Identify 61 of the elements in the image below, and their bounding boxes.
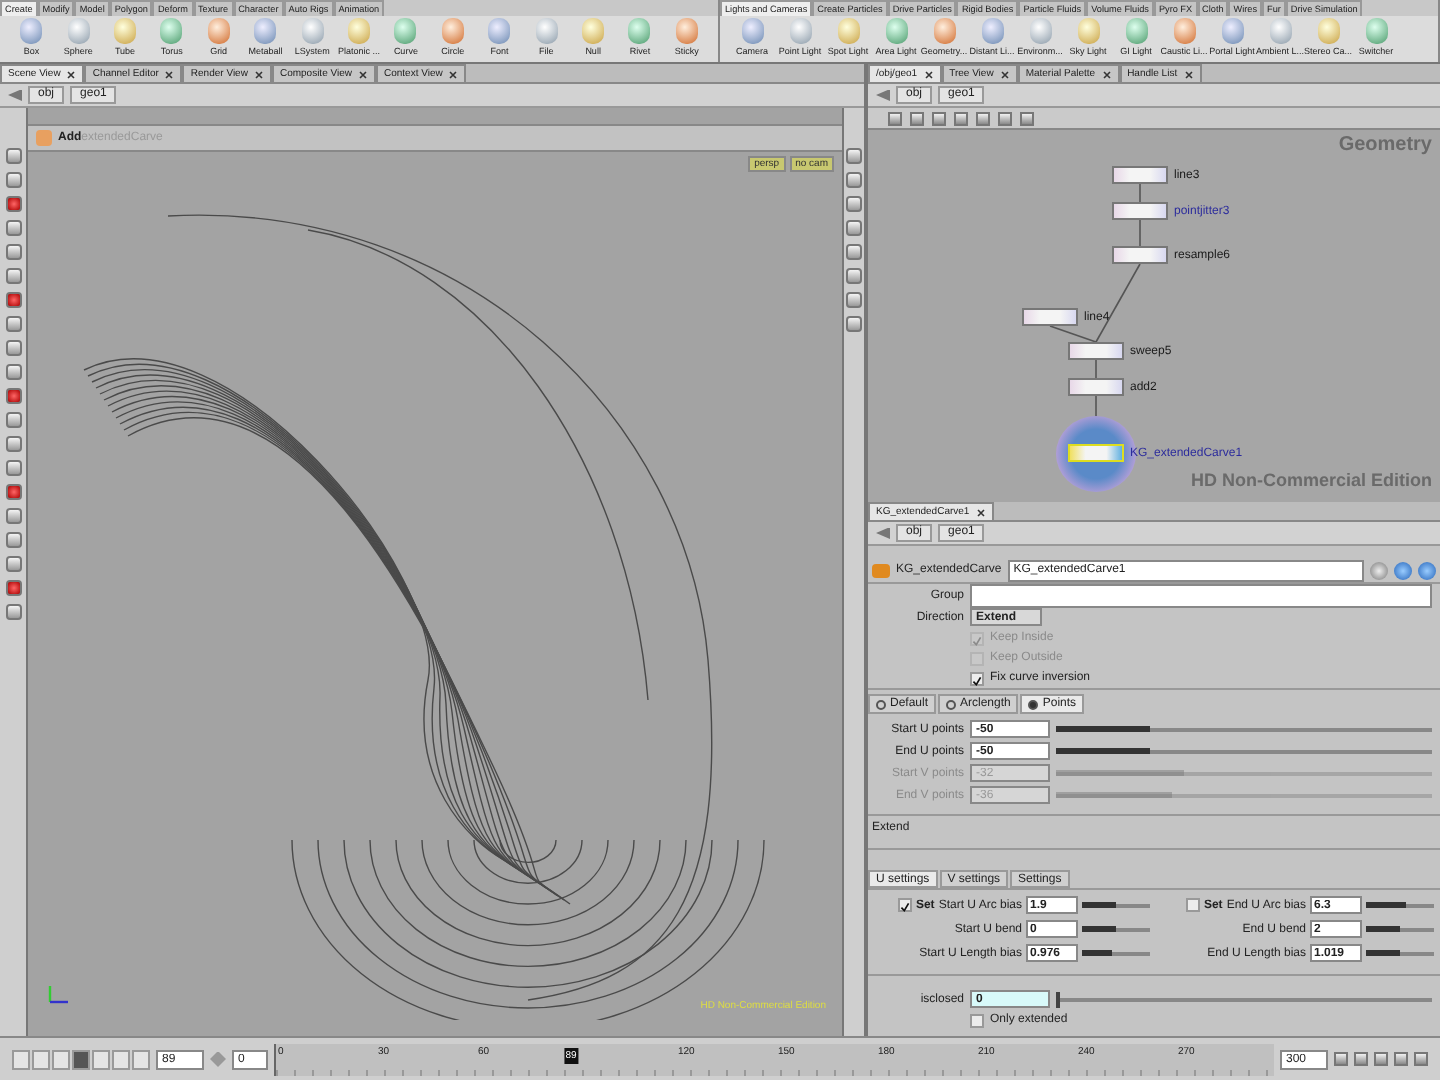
tool-icon [1365, 18, 1387, 44]
node-tile[interactable] [1112, 166, 1168, 184]
close-icon[interactable] [253, 69, 264, 79]
tool-icon [535, 18, 558, 44]
node-tile[interactable] [1068, 378, 1124, 396]
tool-icon [20, 18, 43, 44]
connector-line [1095, 359, 1097, 379]
timeline-track[interactable] [274, 1043, 1274, 1075]
tool-icon [254, 18, 277, 44]
checkbox[interactable] [897, 898, 912, 912]
tool-icon [160, 18, 183, 44]
close-icon[interactable] [358, 69, 368, 79]
tool-icon [301, 18, 324, 44]
connector-line [1139, 219, 1141, 247]
tool-icon [1173, 18, 1195, 44]
tool-icon [348, 18, 371, 44]
edition-watermark: HD Non-Commercial Edition [1190, 470, 1432, 490]
tool-icon [1269, 18, 1291, 44]
context-label: Geometry [1338, 134, 1432, 156]
state-icon [36, 130, 52, 146]
tool-icon [582, 18, 605, 44]
close-icon[interactable] [448, 69, 459, 79]
tool-icon [789, 18, 811, 44]
tool-icon [981, 18, 1003, 44]
group-field[interactable] [970, 583, 1432, 607]
checkbox[interactable] [1185, 898, 1200, 912]
tool-icon [67, 18, 90, 44]
close-icon[interactable] [66, 69, 77, 79]
tool-icon [741, 18, 763, 44]
axis-icon [44, 980, 72, 1008]
node-tile[interactable] [1068, 342, 1124, 360]
tool-icon [114, 18, 137, 44]
tool-icon [1077, 18, 1099, 44]
node-tile[interactable] [1112, 246, 1168, 264]
tool-icon [488, 18, 511, 44]
close-icon[interactable] [1183, 69, 1194, 79]
close-icon[interactable] [923, 69, 934, 79]
checkbox[interactable] [970, 1013, 984, 1027]
tool-icon [933, 18, 955, 44]
tool-icon [675, 18, 698, 44]
close-icon[interactable] [164, 69, 175, 79]
tool-icon [441, 18, 464, 44]
node-tile[interactable] [1112, 202, 1168, 220]
tool-icon [885, 18, 907, 44]
tool-icon [207, 18, 230, 44]
node-type-icon [872, 563, 890, 577]
tool-icon [1029, 18, 1051, 44]
tool-icon [628, 18, 651, 44]
close-icon[interactable] [1101, 69, 1112, 79]
info-icon[interactable] [1394, 561, 1412, 579]
tool-icon [394, 18, 417, 44]
help-icon[interactable] [1418, 561, 1436, 579]
tool-icon [837, 18, 859, 44]
close-icon[interactable] [975, 507, 986, 517]
tool-icon [1221, 18, 1243, 44]
tool-icon [1125, 18, 1147, 44]
node-tile[interactable] [1022, 308, 1078, 326]
checkbox[interactable] [970, 671, 984, 685]
connector-line [1139, 183, 1141, 203]
tool-icon [1317, 18, 1339, 44]
close-icon[interactable] [999, 69, 1010, 79]
